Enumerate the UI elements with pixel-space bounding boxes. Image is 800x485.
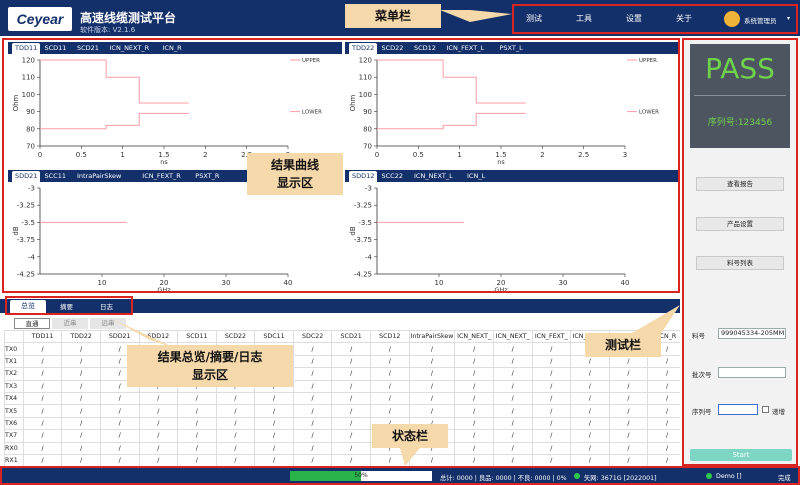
callout-overview: 结果总览/摘要/日志 显示区 [127,345,293,387]
callout-curves: 结果曲线 显示区 [247,153,343,195]
callout-status: 状态栏 [372,424,448,448]
callout-test: 测试栏 [585,333,661,357]
callout-menu: 菜单栏 [345,4,441,28]
callout-pointers [110,10,680,466]
